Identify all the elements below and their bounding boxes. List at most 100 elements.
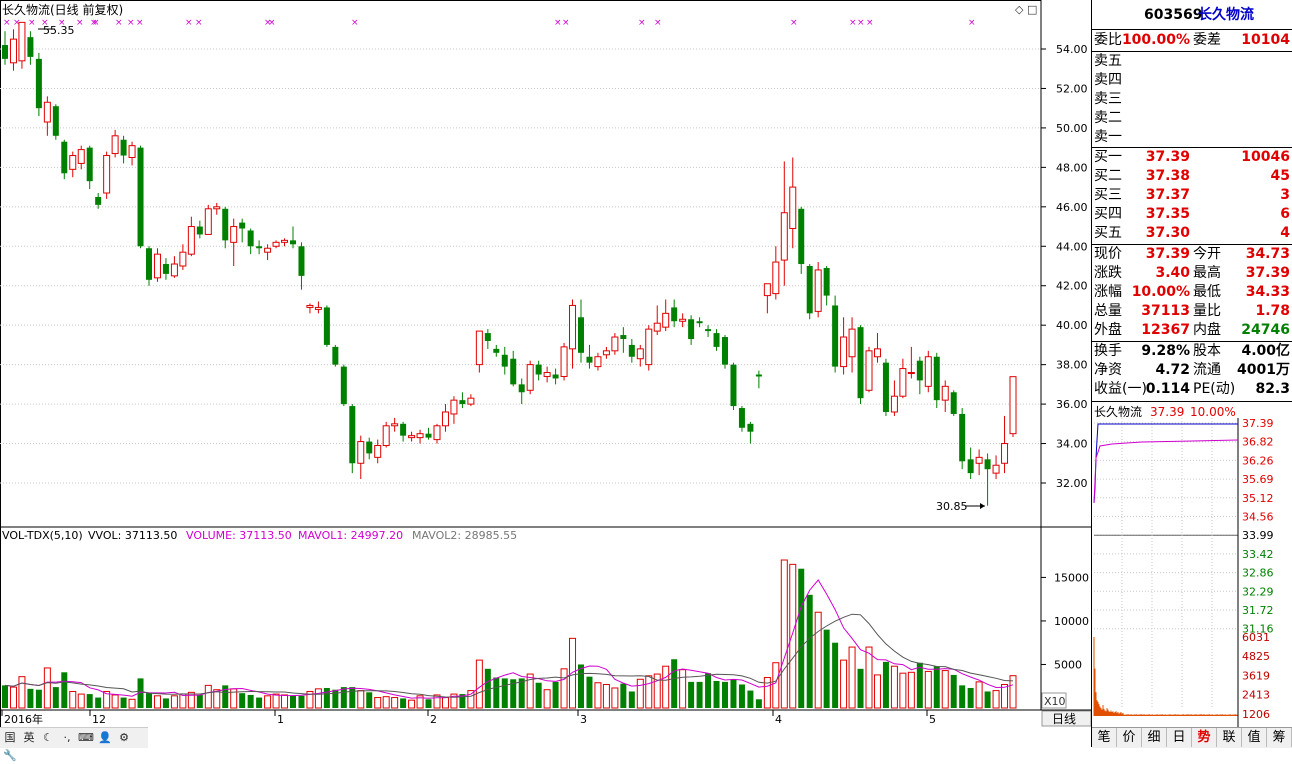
candle <box>959 408 966 470</box>
price-tick-label: 38.00 <box>1056 359 1088 372</box>
volume-bar <box>899 672 907 709</box>
bid-label: 买二 <box>1094 168 1122 184</box>
ask-row: 卖二 <box>1092 109 1292 128</box>
volume-bar <box>501 678 508 708</box>
price-tick-label: 36.00 <box>1056 398 1088 411</box>
stat-value: 12367 <box>1141 322 1190 338</box>
volume-bar <box>366 692 373 708</box>
volume-bar <box>645 675 653 709</box>
diamond-icon[interactable]: ◇ <box>1015 3 1024 16</box>
volume-bar <box>146 693 152 708</box>
marker-x: × <box>638 18 646 28</box>
volume-bar <box>873 674 881 709</box>
candle <box>882 358 889 416</box>
guo-button[interactable]: 国 <box>2 730 18 746</box>
volume-bar <box>128 698 136 709</box>
intraday-vol-tick-label: 2413 <box>1242 689 1270 702</box>
stock-name: 长久物流 <box>1198 7 1254 23</box>
gear-icon[interactable]: ⚙ <box>116 730 132 746</box>
stat-value: 3.40 <box>1155 265 1190 281</box>
marker-x: × <box>195 18 203 28</box>
volume-bar <box>475 659 483 709</box>
fund-label: 股本 <box>1193 343 1221 359</box>
marker-x: × <box>28 18 36 28</box>
bottom-tab-2[interactable]: 细 <box>1142 728 1167 747</box>
price-tick-label: 40.00 <box>1056 319 1088 332</box>
stat-value: 37113 <box>1141 303 1190 319</box>
vol-indicator-name[interactable]: VOL-TDX(5,10) <box>2 529 83 542</box>
fund-value: 4.72 <box>1155 362 1190 378</box>
volume-bar <box>69 690 77 709</box>
volume-bar <box>256 697 263 708</box>
mavol2-value: MAVOL2: 28985.55 <box>412 529 517 542</box>
bottom-tab-3[interactable]: 日 <box>1167 728 1192 747</box>
stat-value: 34.73 <box>1245 246 1290 262</box>
volume-bar <box>43 667 51 709</box>
english-button[interactable]: 英 <box>21 730 37 746</box>
user-icon[interactable]: 👤 <box>97 730 113 746</box>
wrench-icon[interactable]: 🔧 <box>2 748 18 764</box>
marker-x: × <box>268 18 276 28</box>
bottom-tab-4[interactable]: 势 <box>1192 728 1217 747</box>
bid-price: 37.38 <box>1145 168 1190 184</box>
volume-bar <box>1001 683 1009 709</box>
candle <box>798 206 805 274</box>
marker-x: × <box>790 18 798 28</box>
keyboard-icon[interactable]: ⌨ <box>78 730 94 746</box>
period-button[interactable]: 日线 <box>1052 712 1076 726</box>
fund-value: 9.28% <box>1141 343 1190 359</box>
volume-bar <box>890 665 898 709</box>
volume-bar <box>780 559 788 709</box>
candle <box>645 325 653 371</box>
volume-bar <box>772 662 780 709</box>
candle <box>146 246 152 286</box>
candle <box>340 364 347 407</box>
volume-bar <box>290 695 296 708</box>
square-icon[interactable]: □ <box>1027 3 1037 16</box>
fund-value: 0.114 <box>1145 381 1190 397</box>
ask-label: 卖一 <box>1094 129 1122 145</box>
volume-bar <box>162 698 169 708</box>
volume-bar <box>349 687 356 708</box>
bid-label: 买三 <box>1094 187 1122 203</box>
fundamental-row: 换手 9.28% 股本 4.00亿 <box>1092 342 1292 361</box>
stat-value: 34.33 <box>1245 284 1290 300</box>
intraday-chart[interactable]: 37.39 36.82 36.26 35.69 35.12 34.56 33.99 33.42… <box>1092 418 1292 727</box>
volume-bar <box>992 690 1000 709</box>
moon-icon[interactable]: ☾ <box>40 730 56 746</box>
bottom-tab-0[interactable]: 笔 <box>1092 728 1117 747</box>
bottom-tab-6[interactable]: 值 <box>1242 728 1267 747</box>
intraday-tick-label: 32.29 <box>1242 585 1274 598</box>
date-tick-label: 3 <box>580 713 587 726</box>
volume-bar <box>747 690 754 708</box>
bottom-tab-5[interactable]: 联 <box>1217 728 1242 747</box>
marker-x: × <box>866 18 874 28</box>
volume-bar <box>27 688 34 708</box>
volume-bar <box>239 693 246 708</box>
stat-label: 最高 <box>1193 265 1221 281</box>
volume-bar <box>86 694 93 708</box>
date-tick-label: 5 <box>929 713 936 726</box>
volume-bar <box>806 594 813 708</box>
intraday-tick-label: 33.42 <box>1242 548 1274 561</box>
volume-bar <box>840 659 848 709</box>
volume-bar <box>187 691 195 709</box>
bottom-tab-7[interactable]: 筹 <box>1267 728 1292 747</box>
candle <box>323 305 330 347</box>
fund-label: 收益(一) <box>1094 381 1147 397</box>
weibi-value: 100.00% <box>1121 32 1190 48</box>
volume-bar <box>916 662 923 708</box>
volume-bar <box>823 629 830 708</box>
punctuation-icon[interactable]: ·, <box>59 730 75 746</box>
weicha-label: 委差 <box>1193 32 1221 48</box>
marker-x: × <box>185 18 193 28</box>
bid-row: 买一 37.39 10046 <box>1092 148 1292 167</box>
volume-bar <box>196 694 203 708</box>
candle <box>52 104 59 140</box>
volume-bar <box>882 661 889 708</box>
bid-volume: 3 <box>1280 187 1290 203</box>
kline-chart[interactable]: × × × × × × ×× × × × × × ×× × × × × × × × × × × 54.0052.0050.0… <box>0 0 1092 747</box>
candle <box>933 352 940 409</box>
bottom-tab-1[interactable]: 价 <box>1117 728 1142 747</box>
volume-bar <box>2 685 8 708</box>
